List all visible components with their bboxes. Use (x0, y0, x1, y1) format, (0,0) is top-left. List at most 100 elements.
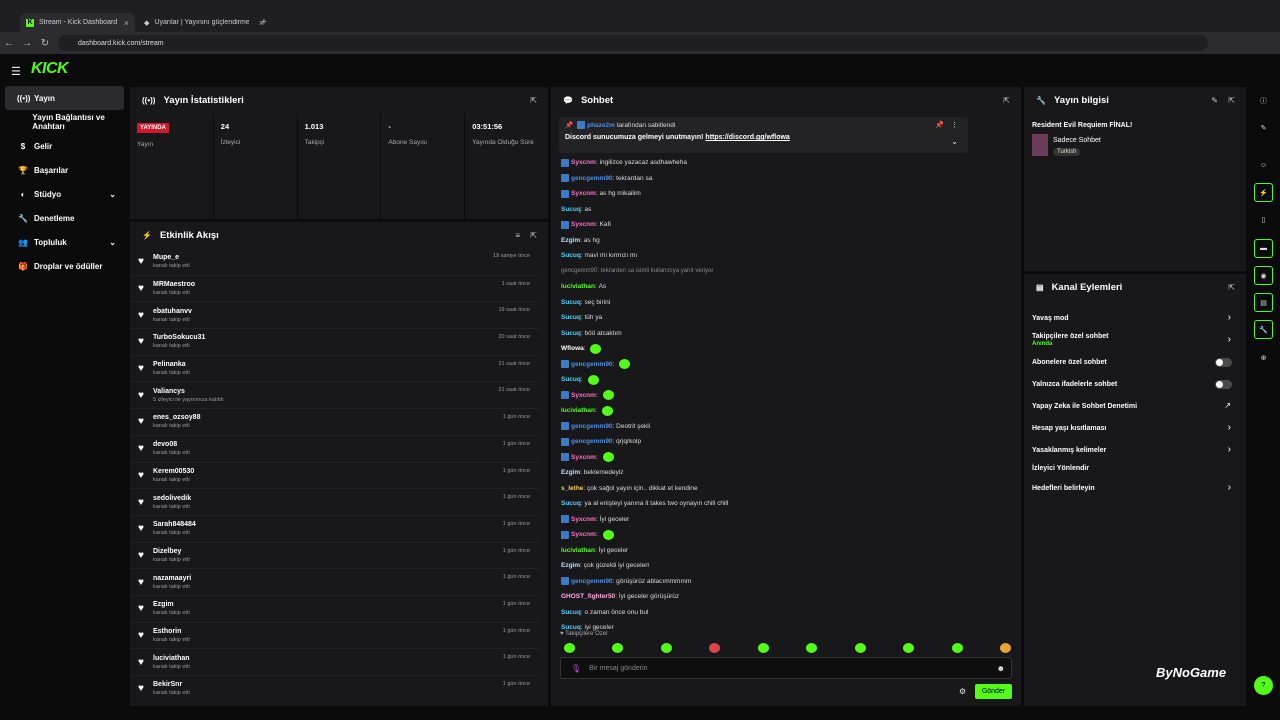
kick-logo[interactable]: KICK (31, 60, 69, 78)
chat-username[interactable]: gencgemm90 (571, 423, 613, 430)
chat-username[interactable]: Syxcnm (571, 190, 596, 197)
sidebar-label: Denetleme (34, 213, 75, 223)
chevron-right-icon[interactable]: › (1228, 422, 1231, 433)
tab-kick-dashboard[interactable]: K Stream - Kick Dashboard × (20, 13, 135, 32)
sidebar-item-moderation[interactable]: 🔧 Denetleme (5, 206, 124, 230)
emote-icon[interactable] (903, 643, 915, 653)
chevron-down-icon[interactable]: ⌄ (951, 137, 958, 146)
popout-icon[interactable]: ⇱ (1003, 96, 1010, 105)
wrench-icon[interactable]: 🔧 (1254, 320, 1273, 339)
send-button[interactable]: Gönder (975, 684, 1012, 699)
chat-username[interactable]: Sucuq (561, 314, 581, 321)
emoji-icon[interactable]: ☻ (997, 664, 1005, 673)
chat-username[interactable]: gencgemm90 (571, 578, 613, 585)
forward-icon[interactable]: → (18, 38, 36, 49)
emote-icon[interactable] (999, 643, 1011, 653)
chevron-right-icon[interactable]: › (1228, 444, 1231, 455)
chat-username[interactable]: Sucuq (561, 206, 581, 213)
chart-icon[interactable]: ↗ (1224, 401, 1231, 410)
chat-username[interactable]: Syxcnm (571, 392, 596, 399)
action-account-age[interactable]: Hesap yaşı kısıtlaması (1032, 425, 1106, 432)
emote-icon[interactable] (564, 643, 575, 653)
emote-icon[interactable] (709, 643, 721, 653)
url-field[interactable]: dashboard.kick.com/stream (58, 35, 1208, 51)
close-tab-icon[interactable]: × (124, 18, 129, 28)
sidebar-item-community[interactable]: 👥 Topluluk ⌄ (5, 230, 124, 254)
settings-gear-icon[interactable]: ⚙ (959, 687, 966, 696)
chat-username[interactable]: luciviathan (561, 547, 595, 554)
chat-username[interactable]: GHOST_fighter50 (561, 593, 615, 600)
chat-username[interactable]: Wflowa (561, 345, 584, 352)
emote-icon[interactable] (612, 643, 624, 653)
chat-username[interactable]: Sucuq (561, 330, 581, 337)
note-icon[interactable]: ▯ (1254, 210, 1273, 229)
chevron-right-icon[interactable]: › (1228, 334, 1231, 345)
emotes-only-toggle[interactable] (1215, 380, 1232, 389)
popout-icon[interactable]: ⇱ (1228, 96, 1235, 105)
popout-icon[interactable]: ⇱ (530, 96, 537, 105)
emote-icon[interactable] (854, 643, 866, 653)
lightning-icon[interactable]: ⚡ (1254, 183, 1273, 202)
action-raid[interactable]: İzleyici Yönlendir (1032, 465, 1089, 472)
chat-input[interactable]: 🎙 Bir mesaj gönderin ☻ (560, 657, 1012, 679)
tab-alerts[interactable]: ◆ Uyarılar | Yayınını güçlendirme × (138, 13, 270, 32)
edit-pencil-icon[interactable]: ✎ (1211, 96, 1218, 105)
broadcast-icon[interactable]: ◉ (1254, 266, 1273, 285)
chat-username[interactable]: Ezgim (561, 469, 580, 476)
chat-username[interactable]: Sucuq (561, 500, 581, 507)
action-goals[interactable]: Hedefleri belirleyin (1032, 485, 1095, 492)
sidebar-item-stream[interactable]: ((•)) Yayın (5, 86, 124, 110)
action-ai-moderation[interactable]: Yapay Zeka ile Sohbet Denetimi (1032, 403, 1137, 410)
filter-icon[interactable]: ≡ (515, 231, 520, 240)
popout-icon[interactable]: ⇱ (530, 231, 537, 240)
sidebar-item-stream-key[interactable]: Yayın Bağlantısı ve Anahtarı (5, 110, 124, 134)
plus-widget-icon[interactable]: ⊕ (1254, 348, 1273, 367)
pencil-icon[interactable]: ✎ (1254, 118, 1273, 137)
pinned-link[interactable]: https://discord.gg/wflowa (705, 134, 789, 141)
chat-username[interactable]: gencgemm90 (571, 438, 613, 445)
chat-username[interactable]: Syxcnm (571, 516, 596, 523)
info-icon[interactable]: ⓘ (1254, 91, 1273, 110)
chat-username[interactable]: Ezgim (561, 562, 580, 569)
action-banned-words[interactable]: Yasaklanmış kelimeler (1032, 447, 1106, 454)
chat-username[interactable]: s_lethe (561, 485, 583, 492)
emote-icon[interactable] (660, 643, 672, 653)
reload-icon[interactable]: ↻ (36, 38, 54, 49)
sidebar-item-drops[interactable]: 🎁 Droplar ve ödüller (5, 254, 124, 278)
chat-username[interactable]: gencgemm90 (571, 175, 613, 182)
more-options-icon[interactable]: ⋮ (951, 121, 958, 129)
chat-username[interactable]: gencgemm90 (571, 361, 613, 368)
chat-username[interactable]: Sucuq (561, 609, 581, 616)
chat-username[interactable]: Sucuq (561, 252, 581, 259)
chat-username[interactable]: luciviathan (561, 283, 595, 290)
sidebar-item-achievements[interactable]: 🏆 Başarılar (5, 158, 124, 182)
chevron-right-icon[interactable]: › (1228, 482, 1231, 493)
help-icon[interactable]: ? (1254, 676, 1273, 695)
hamburger-menu-icon[interactable]: ☰ (11, 65, 21, 78)
chevron-right-icon[interactable]: › (1228, 312, 1231, 323)
popout-icon[interactable]: ⇱ (1228, 283, 1235, 292)
chat-username[interactable]: Syxcnm (571, 531, 596, 538)
chat-username[interactable]: Sucuq (561, 376, 581, 383)
category-thumbnail (1032, 134, 1048, 156)
chat-username[interactable]: Syxcnm (571, 221, 596, 228)
back-icon[interactable]: ← (0, 38, 18, 49)
face-icon[interactable]: ☺ (1254, 156, 1273, 175)
emote-icon[interactable] (757, 643, 769, 653)
chat-bubble-icon[interactable]: ▬ (1254, 239, 1273, 258)
new-tab-icon[interactable]: + (261, 17, 267, 28)
chat-username[interactable]: luciviathan (561, 407, 595, 414)
chat-username[interactable]: Syxcnm (571, 159, 596, 166)
emote-icon[interactable] (806, 643, 818, 653)
sidebar-item-revenue[interactable]: $ Gelir (5, 134, 124, 158)
chat-username[interactable]: Syxcnm (571, 454, 596, 461)
subscribers-only-toggle[interactable] (1215, 358, 1232, 367)
pin-icon[interactable]: 📌 (935, 121, 944, 129)
server-icon[interactable]: ▤ (1254, 293, 1273, 312)
chat-username[interactable]: Sucuq (561, 299, 581, 306)
emote-icon[interactable] (951, 643, 963, 653)
action-followers-only[interactable]: Takipçilere özel sohbet (1032, 333, 1109, 340)
action-slow-mode[interactable]: Yavaş mod (1032, 315, 1069, 322)
chat-username[interactable]: Ezgim (561, 237, 580, 244)
sidebar-item-studio[interactable]: ◐ Stüdyo ⌄ (5, 182, 124, 206)
